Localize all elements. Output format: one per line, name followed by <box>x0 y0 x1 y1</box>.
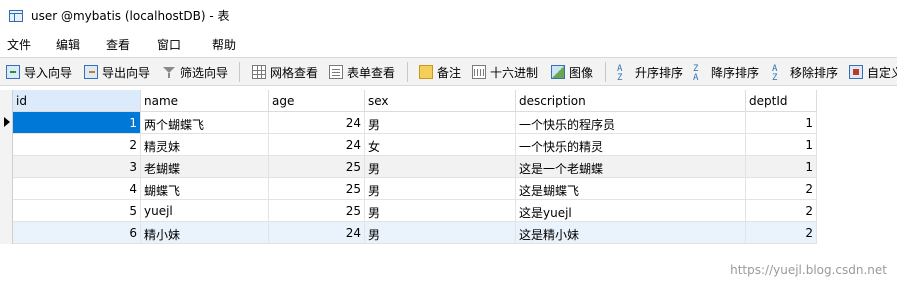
form-icon <box>329 65 343 79</box>
menu-bar: 文件 编辑 查看 窗口 帮助 <box>0 31 897 57</box>
current-row-pointer-icon <box>4 117 10 127</box>
cell-name[interactable]: 精小妹 <box>141 222 269 244</box>
export-wizard-icon <box>84 65 98 79</box>
remove-sort-button[interactable]: AZ 移除排序 <box>772 64 839 83</box>
row-selector-gutter[interactable] <box>0 90 13 244</box>
menu-edit[interactable]: 编辑 <box>56 36 80 53</box>
window-title: user @mybatis (localhostDB) - 表 <box>31 9 230 23</box>
export-wizard-label: 导出向导 <box>102 65 151 80</box>
memo-label: 备注 <box>437 65 462 80</box>
cell-id[interactable]: 3 <box>13 156 141 178</box>
import-wizard-label: 导入向导 <box>24 65 73 80</box>
column-header-sex[interactable]: sex <box>365 90 516 112</box>
form-view-label: 表单查看 <box>347 65 396 80</box>
cell-age[interactable]: 25 <box>269 156 365 178</box>
cell-name[interactable]: 两个蝴蝶飞 <box>141 112 269 134</box>
cell-description[interactable]: 这是yuejl <box>516 200 746 222</box>
toolbar-divider <box>605 62 606 82</box>
cell-id[interactable]: 5 <box>13 200 141 222</box>
form-view-button[interactable]: 表单查看 <box>329 64 395 80</box>
hex-label: 十六进制 <box>490 65 539 80</box>
sort-ascending-icon: AZ <box>617 64 623 83</box>
data-grid: id name age sex description deptId 1 两个蝴… <box>0 86 897 283</box>
image-icon <box>551 65 565 79</box>
cell-sex[interactable]: 男 <box>365 178 516 200</box>
cell-name[interactable]: yuejl <box>141 200 269 222</box>
title-bar: user @mybatis (localhostDB) - 表 <box>0 0 897 31</box>
cell-description[interactable]: 一个快乐的程序员 <box>516 112 746 134</box>
cell-sex[interactable]: 男 <box>365 156 516 178</box>
cell-deptid[interactable]: 2 <box>746 200 817 222</box>
table-icon <box>9 9 23 22</box>
remove-sort-icon: AZ <box>772 64 778 83</box>
custom-label: 自定义 <box>867 65 897 80</box>
hex-icon <box>472 65 486 79</box>
custom-button[interactable]: 自定义 <box>849 64 897 80</box>
cell-sex[interactable]: 男 <box>365 222 516 244</box>
menu-view[interactable]: 查看 <box>106 36 130 53</box>
cell-age[interactable]: 24 <box>269 112 365 134</box>
sort-ascending-button[interactable]: AZ 升序排序 <box>617 64 684 83</box>
memo-button[interactable]: 备注 <box>419 64 461 80</box>
column-header-age[interactable]: age <box>269 90 365 112</box>
sort-ascending-label: 升序排序 <box>635 65 684 80</box>
image-button[interactable]: 图像 <box>551 64 593 80</box>
cell-deptid[interactable]: 1 <box>746 156 817 178</box>
cell-deptid[interactable]: 2 <box>746 222 817 244</box>
cell-id[interactable]: 4 <box>13 178 141 200</box>
watermark: https://yuejl.blog.csdn.net <box>730 263 887 277</box>
cell-id[interactable]: 6 <box>13 222 141 244</box>
cell-description[interactable]: 这是精小妹 <box>516 222 746 244</box>
toolbar-divider <box>239 62 240 82</box>
grid-view-label: 网格查看 <box>270 65 319 80</box>
cell-sex[interactable]: 女 <box>365 134 516 156</box>
hex-button[interactable]: 十六进制 <box>472 64 538 80</box>
cell-age[interactable]: 24 <box>269 222 365 244</box>
import-wizard-button[interactable]: 导入向导 <box>6 64 72 80</box>
sort-descending-icon: ZA <box>693 64 699 83</box>
cell-name[interactable]: 老蝴蝶 <box>141 156 269 178</box>
custom-icon <box>849 65 863 79</box>
menu-file[interactable]: 文件 <box>7 36 31 53</box>
filter-funnel-icon <box>162 65 176 79</box>
column-header-name[interactable]: name <box>141 90 269 112</box>
menu-help[interactable]: 帮助 <box>212 36 236 53</box>
cell-description[interactable]: 这是蝴蝶飞 <box>516 178 746 200</box>
column-header-description[interactable]: description <box>516 90 746 112</box>
image-label: 图像 <box>569 65 594 80</box>
filter-wizard-label: 筛选向导 <box>180 65 229 80</box>
cell-deptid[interactable]: 1 <box>746 112 817 134</box>
import-wizard-icon <box>6 65 20 79</box>
cell-sex[interactable]: 男 <box>365 112 516 134</box>
grid-view-button[interactable]: 网格查看 <box>252 64 318 80</box>
menu-window[interactable]: 窗口 <box>157 36 181 53</box>
cell-deptid[interactable]: 1 <box>746 134 817 156</box>
cell-age[interactable]: 24 <box>269 134 365 156</box>
cell-name[interactable]: 精灵妹 <box>141 134 269 156</box>
cell-deptid[interactable]: 2 <box>746 178 817 200</box>
column-header-deptid[interactable]: deptId <box>746 90 817 112</box>
cell-age[interactable]: 25 <box>269 178 365 200</box>
filter-wizard-button[interactable]: 筛选向导 <box>162 64 228 80</box>
cell-description[interactable]: 这是一个老蝴蝶 <box>516 156 746 178</box>
cell-id[interactable]: 1 <box>13 112 141 134</box>
memo-icon <box>419 65 433 79</box>
cell-description[interactable]: 一个快乐的精灵 <box>516 134 746 156</box>
toolbar-divider <box>407 62 408 82</box>
remove-sort-label: 移除排序 <box>790 65 839 80</box>
sort-descending-label: 降序排序 <box>711 65 760 80</box>
export-wizard-button[interactable]: 导出向导 <box>84 64 150 80</box>
column-header-id[interactable]: id <box>13 90 141 112</box>
toolbar: 导入向导 导出向导 筛选向导 网格查看 表单查看 备注 十六进制 图像 AZ 升… <box>0 57 897 86</box>
cell-name[interactable]: 蝴蝶飞 <box>141 178 269 200</box>
cell-age[interactable]: 25 <box>269 200 365 222</box>
cell-sex[interactable]: 男 <box>365 200 516 222</box>
grid-icon <box>252 65 266 79</box>
cell-id[interactable]: 2 <box>13 134 141 156</box>
sort-descending-button[interactable]: ZA 降序排序 <box>693 64 760 83</box>
